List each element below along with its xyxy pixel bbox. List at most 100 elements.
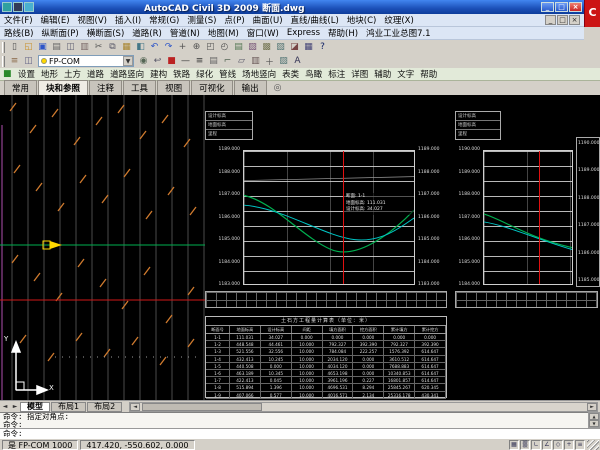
command-input[interactable]: 命令:	[0, 428, 600, 438]
make-layer-current-icon[interactable]: ◉	[137, 55, 150, 68]
menu-item[interactable]: 窗口(W)	[243, 27, 283, 39]
zoom-realtime-icon[interactable]: ⊕	[190, 41, 203, 54]
hongye-menu-item[interactable]: 设置	[15, 68, 38, 80]
tab-shitu[interactable]: 视图	[157, 80, 190, 95]
menu-item[interactable]: 纵断面(P)	[37, 27, 82, 39]
match-properties-icon[interactable]: ◧	[134, 41, 147, 54]
copy-icon[interactable]: ⧉	[106, 41, 119, 54]
tab-gongju[interactable]: 工具	[123, 80, 156, 95]
redo-icon[interactable]: ↷	[162, 41, 175, 54]
text-icon[interactable]: A	[291, 55, 304, 68]
pan-icon[interactable]: +	[176, 41, 189, 54]
otrack-toggle[interactable]: +	[564, 440, 574, 450]
designcenter-icon[interactable]: ▨	[246, 41, 259, 54]
hongye-menu-item[interactable]: 管线	[216, 68, 239, 80]
layout-tab-layout1[interactable]: 布局1	[51, 402, 86, 412]
menu-item[interactable]: 测量(S)	[183, 14, 220, 26]
dist-icon[interactable]: ⌐	[221, 55, 234, 68]
menu-item[interactable]: 编辑(E)	[37, 14, 74, 26]
menu-item[interactable]: 管道(N)	[166, 27, 204, 39]
command-scrollbar[interactable]: ▲ ▼	[588, 412, 600, 428]
plot-icon[interactable]: ▤	[50, 41, 63, 54]
hongye-menu-item[interactable]: 鸟瞰	[302, 68, 325, 80]
hongye-menu-item[interactable]: 表类	[279, 68, 302, 80]
ortho-toggle[interactable]: ∟	[531, 440, 541, 450]
menu-item[interactable]: 地块(C)	[343, 14, 381, 26]
layer-dropdown[interactable]: FP-COM ▼	[38, 55, 134, 67]
hongye-menu-item[interactable]: 详图	[348, 68, 371, 80]
hongye-menu-item[interactable]: 土方	[61, 68, 84, 80]
layout-scroll-left-icon[interactable]: ◄	[0, 403, 10, 410]
hongye-menu-item[interactable]: 道路竖向	[107, 68, 147, 80]
save-icon[interactable]: ▣	[36, 41, 49, 54]
layer-properties-icon[interactable]: ≡	[8, 55, 21, 68]
menu-item[interactable]: 鸿业工业总图7.1	[362, 27, 435, 39]
lineweight-icon[interactable]: ≡	[193, 55, 206, 68]
undo-icon[interactable]: ↶	[148, 41, 161, 54]
tab-shuchu[interactable]: 输出	[234, 80, 267, 95]
hongye-menu-item[interactable]: 帮助	[417, 68, 440, 80]
quickcalc-icon[interactable]: ▦	[302, 41, 315, 54]
doc-close-button[interactable]: ×	[569, 15, 580, 25]
hatch-icon[interactable]: ▨	[277, 55, 290, 68]
tab-zhushi[interactable]: 注释	[89, 80, 122, 95]
tab-keshihua[interactable]: 可视化	[191, 80, 233, 95]
area-icon[interactable]: ▱	[235, 55, 248, 68]
menu-item[interactable]: 纹理(X)	[380, 14, 417, 26]
cut-icon[interactable]: ✂	[92, 41, 105, 54]
scroll-left-icon[interactable]: ◄	[130, 403, 140, 411]
menu-item[interactable]: 直线/曲线(L)	[287, 14, 343, 26]
layout-tab-layout2[interactable]: 布局2	[87, 402, 122, 412]
help-icon[interactable]: ?	[316, 41, 329, 54]
id-point-icon[interactable]: ＋	[263, 55, 276, 68]
zoom-window-icon[interactable]: ◰	[204, 41, 217, 54]
resize-grip[interactable]	[587, 440, 599, 450]
toolbar-grip[interactable]	[2, 56, 5, 67]
hongye-menu-item[interactable]: 辅助	[371, 68, 394, 80]
drawing-canvas[interactable]: Y X 设计标高地面标高里程 1189.0001188.0001187.0001…	[0, 95, 600, 400]
doc-minimize-button[interactable]: _	[545, 15, 556, 25]
menu-item[interactable]: 常规(G)	[145, 14, 183, 26]
list-icon[interactable]: ▥	[249, 55, 262, 68]
scroll-right-icon[interactable]: ►	[587, 403, 597, 411]
paste-icon[interactable]: ▦	[120, 41, 133, 54]
scroll-down-icon[interactable]: ▼	[589, 420, 599, 427]
qnew-icon[interactable]: ▯	[8, 41, 21, 54]
hongye-menu-item[interactable]: 标注	[325, 68, 348, 80]
doc-restore-button[interactable]: □	[557, 15, 568, 25]
plot-preview-icon[interactable]: ◫	[64, 41, 77, 54]
snap-toggle[interactable]: ▦	[509, 440, 519, 450]
menu-item[interactable]: 横断面(S)	[83, 27, 129, 39]
hongye-menu-item[interactable]: 道路	[84, 68, 107, 80]
maximize-button[interactable]: □	[555, 2, 568, 12]
close-button[interactable]: ×	[569, 2, 582, 12]
menu-item[interactable]: 道路(R)	[128, 27, 166, 39]
hongye-menu-item[interactable]: 铁路	[170, 68, 193, 80]
scroll-up-icon[interactable]: ▲	[589, 413, 599, 420]
hongye-menu-item[interactable]: 文字	[394, 68, 417, 80]
layer-previous-icon[interactable]: ↩	[151, 55, 164, 68]
properties-icon[interactable]: ▤	[232, 41, 245, 54]
color-control-icon[interactable]: ■	[165, 55, 178, 68]
menu-item[interactable]: 地图(M)	[204, 27, 243, 39]
chevron-down-icon[interactable]: ▼	[123, 56, 133, 66]
menu-item[interactable]: 路线(B)	[0, 27, 37, 39]
tab-kuaihecanzhao[interactable]: 块和参照	[38, 80, 88, 95]
polar-toggle[interactable]: ∠	[542, 440, 552, 450]
hongye-menu-item[interactable]: 建构	[147, 68, 170, 80]
tab-changyong[interactable]: 常用	[4, 80, 37, 95]
tab-overflow-icon[interactable]: ◎	[274, 83, 282, 93]
horizontal-scrollbar[interactable]: ◄ ►	[129, 402, 598, 412]
markup-icon[interactable]: ◪	[288, 41, 301, 54]
lwt-toggle[interactable]: ≡	[575, 440, 585, 450]
osnap-toggle[interactable]: ◇	[553, 440, 563, 450]
menu-item[interactable]: Express	[283, 28, 324, 38]
zoom-previous-icon[interactable]: ◴	[218, 41, 231, 54]
menu-item[interactable]: 插入(I)	[111, 14, 145, 26]
hongye-menu-item[interactable]: 场地竖向	[239, 68, 279, 80]
toolbar-grip[interactable]	[2, 42, 5, 53]
layout-tab-model[interactable]: 模型	[20, 402, 50, 412]
menu-item[interactable]: 文件(F)	[0, 14, 37, 26]
open-icon[interactable]: ◱	[22, 41, 35, 54]
publish-icon[interactable]: ▥	[78, 41, 91, 54]
